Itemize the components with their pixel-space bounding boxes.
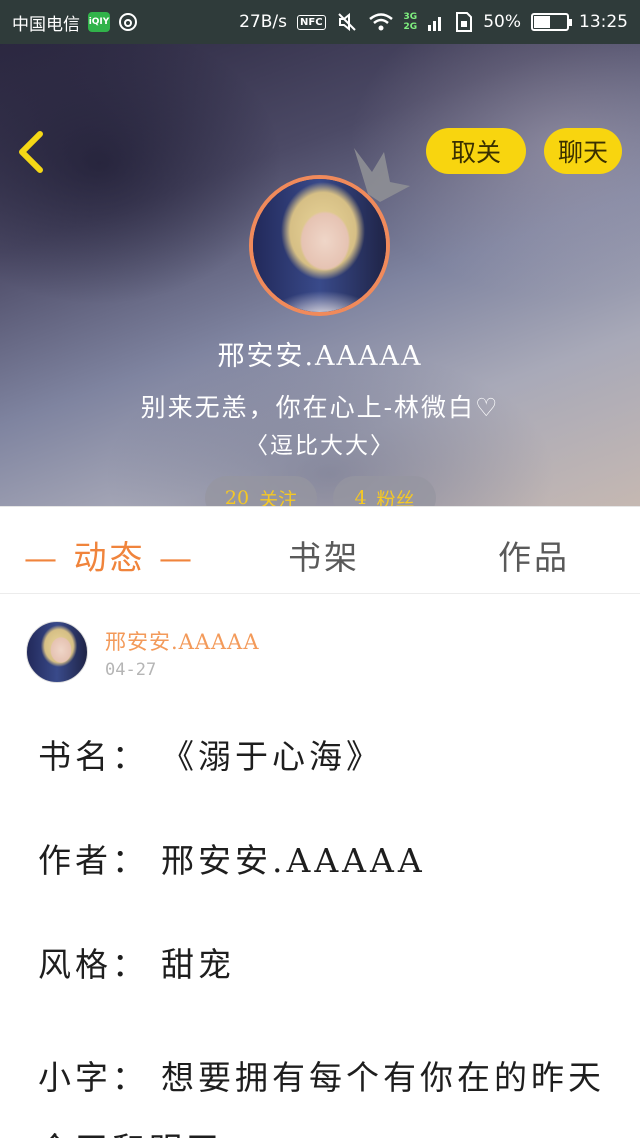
post-line-style: 风格： 甜宠: [38, 938, 618, 1042]
post-line-subtitle: 小字：想要拥有每个有你在的昨天今天和明天: [38, 1042, 618, 1138]
battery-fill: [534, 16, 550, 28]
iqiyi-app-icon: iQIY: [88, 12, 110, 32]
post-date: 04-27: [105, 660, 157, 680]
back-button[interactable]: [14, 128, 54, 178]
tab-bookshelf[interactable]: 书架: [288, 531, 360, 579]
unfollow-button[interactable]: 取关: [426, 128, 526, 174]
post-line-label: 作者：: [38, 841, 149, 880]
mute-icon: [337, 12, 356, 32]
chevron-left-icon: [19, 131, 43, 173]
post-line-value: 邢安安.AAAAA: [161, 841, 426, 880]
user-tag: 〈逗比大大〉: [245, 433, 395, 459]
post-author-name[interactable]: 邢安安.AAAAA: [105, 626, 260, 656]
post-line-label: 书名：: [38, 737, 149, 776]
user-bio: 别来无恙，你在心上-林微白♡: [140, 393, 500, 422]
sim-icon: [456, 12, 473, 32]
battery-percent: 50%: [483, 12, 521, 32]
network-type-icon: 3G 2G: [404, 12, 418, 32]
post-line-title: 书名： 《溺于心海》: [38, 730, 618, 834]
network-2g-label: 2G: [403, 22, 418, 32]
clock: 13:25: [579, 12, 628, 32]
fans-count: 4: [354, 487, 367, 506]
profile-avatar[interactable]: [249, 175, 390, 316]
netease-music-icon: [119, 13, 137, 31]
status-bar: 中国电信 iQIY 27B/s NFC 3G 2G 50% 13:25: [0, 0, 640, 44]
following-label: 关注: [259, 488, 298, 507]
wifi-icon: [368, 13, 393, 31]
post-line-label: 风格：: [38, 945, 149, 984]
profile-tabs: — 动态 — 书架 作品: [0, 506, 640, 594]
battery-icon: [531, 13, 572, 31]
fans-label: 粉丝: [376, 488, 415, 507]
tab-works[interactable]: 作品: [498, 531, 570, 579]
net-speed: 27B/s: [239, 12, 287, 32]
network-3g-label: 3G: [403, 12, 418, 22]
post-line-value: 甜宠: [161, 945, 235, 984]
post-author-avatar[interactable]: [26, 621, 88, 683]
nfc-icon: NFC: [297, 14, 326, 30]
post-line-author: 作者： 邢安安.AAAAA: [38, 834, 618, 938]
tab-activity[interactable]: — 动态 —: [24, 531, 195, 579]
carrier-label: 中国电信: [12, 14, 80, 35]
post-line-value: 《溺于心海》: [161, 737, 383, 776]
fans-stat[interactable]: 4 粉丝: [333, 476, 436, 506]
following-count: 20: [224, 487, 250, 506]
post-body: 书名： 《溺于心海》 作者： 邢安安.AAAAA 风格： 甜宠 小字： 想要拥有每个有你…: [38, 730, 618, 1138]
chat-button[interactable]: 聊天: [544, 128, 622, 174]
signal-icon: [428, 17, 442, 31]
user-name: 邢安安.AAAAA: [217, 341, 423, 372]
profile-header: 取关 聊天 邢安安.AAAAA 别来无恙，你在心上-林微白♡ 〈逗比大大〉 20…: [0, 44, 640, 506]
following-stat[interactable]: 20 关注: [205, 476, 317, 506]
post-line-label: 小字：: [38, 1058, 149, 1097]
